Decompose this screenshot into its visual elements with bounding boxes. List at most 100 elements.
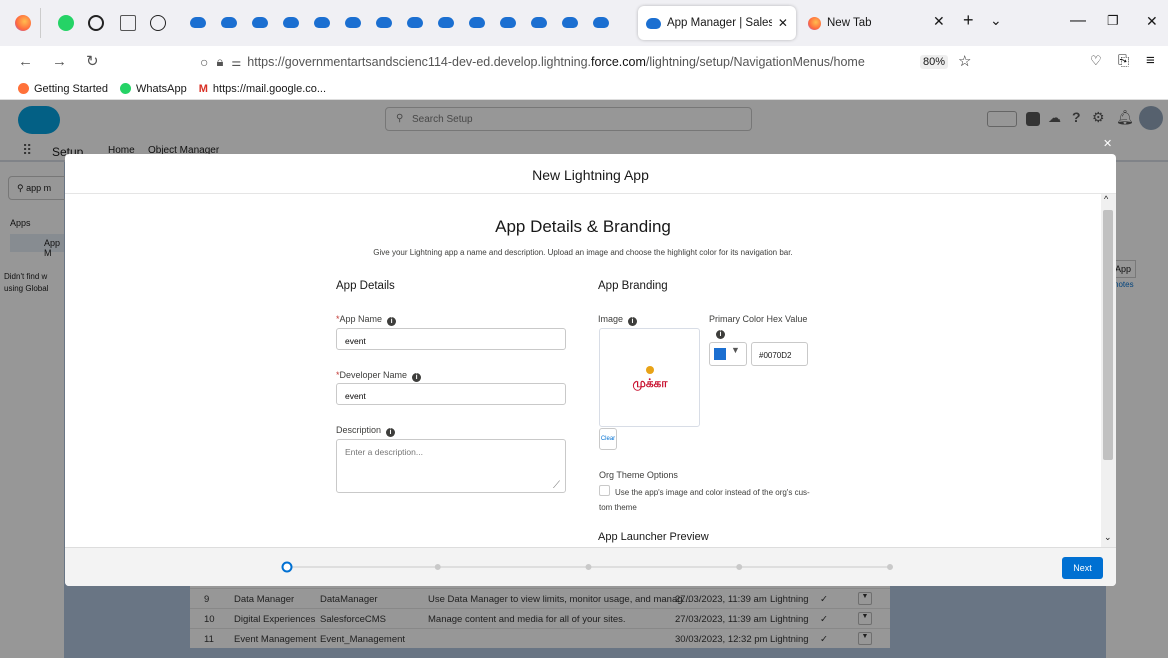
modal-header: New Lightning App xyxy=(65,154,1116,194)
salesforce-cloud-icon[interactable] xyxy=(283,17,299,28)
firefox-icon xyxy=(18,83,29,94)
developer-name-input[interactable]: event xyxy=(336,383,566,405)
color-picker-button[interactable]: ▼ xyxy=(709,342,747,366)
salesforce-cloud-icon[interactable] xyxy=(469,17,485,28)
color-swatch xyxy=(714,348,726,360)
salesforce-cloud-icon[interactable] xyxy=(438,17,454,28)
salesforce-cloud-icon[interactable] xyxy=(562,17,578,28)
modal-title: New Lightning App xyxy=(532,167,649,183)
clear-image-button[interactable]: Clear xyxy=(599,428,617,450)
progress-step[interactable] xyxy=(585,564,592,570)
close-tab-icon[interactable]: ✕ xyxy=(933,13,945,30)
minimize-icon[interactable]: — xyxy=(1070,12,1086,30)
bookmark-gmail[interactable]: M https://mail.google.co... xyxy=(199,83,326,95)
salesforce-cloud-icon[interactable] xyxy=(314,17,330,28)
logo-text: முக்கா xyxy=(632,376,668,390)
menu-icon[interactable]: ≡ xyxy=(1146,52,1155,69)
progress-step[interactable] xyxy=(736,564,743,570)
salesforce-cloud-icon[interactable] xyxy=(345,17,361,28)
firefox-icon xyxy=(808,16,821,30)
org-theme-checkbox[interactable] xyxy=(599,485,610,496)
scroll-up-icon[interactable]: ^ xyxy=(1104,194,1108,204)
tab-title: App Manager | Salesforce xyxy=(666,17,772,29)
info-tab-icon[interactable] xyxy=(150,15,166,31)
salesforce-cloud-icon[interactable] xyxy=(407,17,423,28)
progress-step[interactable] xyxy=(281,561,293,573)
salesforce-cloud-icon[interactable] xyxy=(190,17,206,28)
description-textarea[interactable]: Enter a description... xyxy=(336,439,566,493)
resize-handle-icon[interactable]: ⟋ xyxy=(553,480,560,491)
bookmark-getting-started[interactable]: Getting Started xyxy=(18,83,108,95)
forward-icon[interactable]: → xyxy=(52,53,67,70)
progress-step[interactable] xyxy=(434,564,441,570)
next-button[interactable]: Next xyxy=(1062,557,1103,579)
app-details-title: App Details xyxy=(336,280,395,292)
scroll-down-icon[interactable]: ⌄ xyxy=(1104,532,1112,543)
scrollbar-thumb[interactable] xyxy=(1103,210,1113,460)
zoom-level[interactable]: 80% xyxy=(920,55,949,69)
salesforce-cloud-icon[interactable] xyxy=(376,17,392,28)
new-tab-plus-icon[interactable]: + xyxy=(963,10,974,31)
salesforce-cloud-icon[interactable] xyxy=(221,17,237,28)
gmail-icon: M xyxy=(198,82,208,95)
info-icon[interactable]: i xyxy=(412,373,422,382)
salesforce-cloud-icon[interactable] xyxy=(531,17,547,28)
description-label: Description i xyxy=(336,425,396,437)
lock-icon[interactable]: 🔒︎ xyxy=(216,54,223,70)
app-launcher-preview-title: App Launcher Preview xyxy=(598,531,709,543)
info-icon[interactable]: i xyxy=(386,428,396,437)
back-icon[interactable]: ← xyxy=(18,53,33,70)
chevron-down-icon[interactable]: ⌄ xyxy=(990,12,1002,29)
close-tab-icon[interactable]: ✕ xyxy=(778,16,788,30)
org-theme-title: Org Theme Options xyxy=(599,470,678,480)
globe-icon[interactable] xyxy=(88,15,104,31)
pocket-icon[interactable]: ♡ xyxy=(1090,53,1102,69)
whatsapp-tab-icon[interactable] xyxy=(58,15,74,31)
tab-new-tab[interactable]: New Tab xyxy=(800,6,925,40)
org-theme-text: Use the app's image and color instead of… xyxy=(615,488,810,497)
bookmark-label: https://mail.google.co... xyxy=(212,82,327,95)
firefox-icon[interactable] xyxy=(15,15,31,31)
info-icon[interactable]: i xyxy=(716,330,725,339)
image-icon[interactable] xyxy=(120,15,136,31)
permissions-icon[interactable]: ⚌ xyxy=(231,56,241,69)
bookmark-star-icon[interactable]: ☆ xyxy=(958,52,971,70)
bookmark-label: WhatsApp xyxy=(136,82,187,95)
bookmark-whatsapp[interactable]: WhatsApp xyxy=(120,83,187,95)
modal-footer: Next xyxy=(65,547,1116,586)
tab-app-manager[interactable]: App Manager | Salesforce ✕ xyxy=(638,6,796,40)
modal-scrollbar[interactable]: ^ ⌄ xyxy=(1101,194,1116,547)
app-branding-title: App Branding xyxy=(598,280,668,292)
url-domain: force.com xyxy=(591,55,646,69)
url-bar[interactable]: ○ 🔒︎ ⚌ https://governmentartsandscienc11… xyxy=(200,48,980,76)
close-window-icon[interactable]: ✕ xyxy=(1146,13,1158,30)
browser-tab-bar: App Manager | Salesforce ✕ New Tab ✕ + ⌄… xyxy=(0,0,1168,46)
salesforce-cloud-icon[interactable] xyxy=(593,17,609,28)
developer-name-label: *Developer Name i xyxy=(336,370,422,382)
separator xyxy=(40,8,41,38)
step-heading: App Details & Branding xyxy=(495,217,671,236)
progress-step[interactable] xyxy=(887,564,893,570)
primary-color-label: Primary Color Hex Value xyxy=(709,314,808,324)
salesforce-cloud-icon xyxy=(646,17,661,29)
bookmark-label: Getting Started xyxy=(34,82,108,95)
salesforce-cloud-icon[interactable] xyxy=(252,17,268,28)
app-logo-image: முக்கா xyxy=(620,363,680,393)
image-label: Image i xyxy=(598,314,638,326)
salesforce-cloud-icon[interactable] xyxy=(500,17,516,28)
reload-icon[interactable]: ↻ xyxy=(86,52,99,70)
modal-body: App Details & Branding Give your Lightni… xyxy=(65,194,1116,547)
close-modal-icon[interactable]: ✕ xyxy=(1103,137,1112,150)
color-hex-input[interactable]: #0070D2 xyxy=(751,342,808,366)
bookmarks-bar: Getting Started WhatsApp M https://mail.… xyxy=(0,78,1168,100)
app-image-upload[interactable]: முக்கா xyxy=(599,328,700,427)
share-icon[interactable]: ⎘ xyxy=(1118,52,1129,69)
restore-icon[interactable]: ❐ xyxy=(1107,13,1119,29)
app-name-input[interactable]: event xyxy=(336,328,566,350)
app-name-label: *App Name i xyxy=(336,314,397,326)
logo-circle xyxy=(646,366,654,374)
shield-icon[interactable]: ○ xyxy=(200,54,208,70)
new-lightning-app-modal: New Lightning App App Details & Branding… xyxy=(65,154,1116,586)
info-icon[interactable]: i xyxy=(628,317,638,326)
info-icon[interactable]: i xyxy=(387,317,397,326)
